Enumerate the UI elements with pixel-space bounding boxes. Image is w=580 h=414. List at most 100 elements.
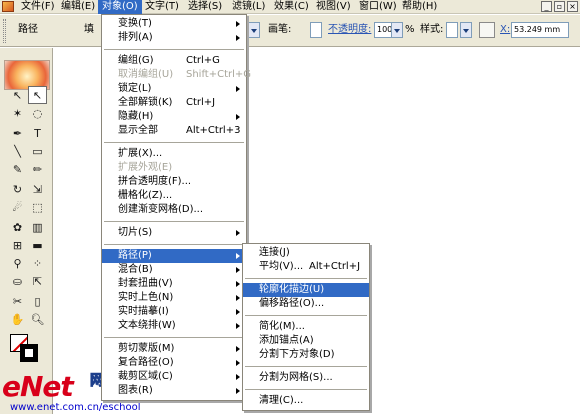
object-menu-item[interactable]: 图表(R)	[102, 384, 246, 398]
free-transform-tool-icon[interactable]: ⬚	[28, 198, 47, 216]
path-menu-item[interactable]: 平均(V)... Alt+Ctrl+J	[243, 260, 369, 274]
object-menu-item[interactable]: 创建渐变网格(D)...	[102, 203, 246, 217]
object-menu-item-label: 扩展(X)...	[118, 148, 163, 159]
menu-window[interactable]: 窗口(W)	[355, 0, 401, 14]
menu-separator	[245, 278, 367, 279]
restore-icon[interactable]: ▫	[554, 1, 565, 12]
object-menu-item[interactable]: 剪切蒙版(M)	[102, 342, 246, 356]
lasso-tool-icon[interactable]: ◌	[28, 104, 47, 122]
object-menu-item-label: 变换(T)	[118, 18, 152, 29]
brush-dropdown[interactable]	[310, 22, 322, 38]
close-icon[interactable]: ×	[567, 1, 578, 12]
path-menu-item[interactable]: 简化(M)...	[243, 320, 369, 334]
opacity-input[interactable]: 100	[374, 22, 392, 38]
menu-type[interactable]: 文字(T)	[141, 0, 183, 14]
menu-edit[interactable]: 编辑(E)	[57, 0, 99, 14]
style-swatch[interactable]	[446, 22, 458, 38]
rotate-tool-icon[interactable]: ↻	[8, 180, 27, 198]
hand-tool-icon[interactable]: ✋	[8, 310, 27, 328]
submenu-arrow-icon	[236, 295, 240, 301]
gradient-tool-icon[interactable]: ▬	[28, 236, 47, 254]
path-menu-item[interactable]: 连接(J)	[243, 246, 369, 260]
object-menu-item[interactable]: 复合路径(O)	[102, 356, 246, 370]
toolbar-grip[interactable]	[3, 19, 6, 43]
path-menu-item-label: 连接(J)	[259, 247, 290, 258]
object-menu-item[interactable]: 显示全部 Alt+Ctrl+3	[102, 124, 246, 138]
object-menu-item[interactable]: 实时上色(N)	[102, 291, 246, 305]
object-menu-item[interactable]: 实时描摹(I)	[102, 305, 246, 319]
object-menu-item-label: 复合路径(O)	[118, 357, 174, 368]
object-menu-item[interactable]: 混合(B)	[102, 263, 246, 277]
object-menu-item[interactable]: 切片(S)	[102, 226, 246, 240]
selection-tool-icon[interactable]: ↖	[8, 86, 27, 104]
object-menu-item[interactable]: 裁剪区域(C)	[102, 370, 246, 384]
rectangle-tool-icon[interactable]: ▭	[28, 142, 47, 160]
graph-tool-icon[interactable]: ▥	[28, 218, 47, 236]
x-label[interactable]: X:	[500, 23, 510, 37]
eraser-tool-icon[interactable]: ▯	[28, 292, 47, 310]
menu-select[interactable]: 选择(S)	[184, 0, 226, 14]
path-menu-item-label: 添加锚点(A)	[259, 335, 314, 346]
submenu-arrow-icon	[236, 309, 240, 315]
object-menu-item[interactable]: 变换(T)	[102, 17, 246, 31]
menu-view[interactable]: 视图(V)	[312, 0, 355, 14]
object-menu-item[interactable]: 栅格化(Z)...	[102, 189, 246, 203]
opacity-label[interactable]: 不透明度:	[328, 23, 371, 37]
path-menu-item[interactable]: 分割为网格(S)...	[243, 371, 369, 385]
scale-tool-icon[interactable]: ⇲	[28, 180, 47, 198]
object-menu-item[interactable]: 拼合透明度(F)...	[102, 175, 246, 189]
path-menu-item[interactable]: 添加锚点(A)	[243, 334, 369, 348]
style-dropdown[interactable]	[460, 22, 472, 38]
blend-tool-icon[interactable]: ⁘	[28, 254, 47, 272]
menu-effect[interactable]: 效果(C)	[270, 0, 313, 14]
style-label: 样式:	[420, 24, 444, 35]
x-position-input[interactable]: 53.249 mm	[511, 22, 569, 38]
magic-wand-tool-icon[interactable]: ✶	[8, 104, 27, 122]
object-menu-item[interactable]: 锁定(L)	[102, 82, 246, 96]
stroke-color-dropdown[interactable]	[248, 22, 260, 38]
app-icon[interactable]	[2, 1, 14, 12]
warp-tool-icon[interactable]: ☄	[8, 198, 27, 216]
menu-object[interactable]: 对象(O)	[98, 0, 142, 14]
path-menu-item[interactable]: 轮廓化描边(U)	[243, 283, 369, 297]
pencil-tool-icon[interactable]: ✏	[28, 160, 47, 178]
object-menu-item[interactable]: 编组(G) Ctrl+G	[102, 54, 246, 68]
paintbrush-tool-icon[interactable]: ✎	[8, 160, 27, 178]
slice-tool-icon[interactable]: ✂	[8, 292, 27, 310]
submenu-arrow-icon	[236, 374, 240, 380]
symbol-sprayer-tool-icon[interactable]: ✿	[8, 218, 27, 236]
menu-filter[interactable]: 滤镜(L)	[228, 0, 269, 14]
eyedropper-tool-icon[interactable]: ⚲	[8, 254, 27, 272]
zoom-tool-icon[interactable]: 🔍︎	[28, 310, 47, 328]
object-menu-item[interactable]: 封套扭曲(V)	[102, 277, 246, 291]
path-menu-item-label: 轮廓化描边(U)	[259, 284, 325, 295]
direct-selection-tool-icon[interactable]: ↖	[28, 86, 47, 104]
path-menu-item[interactable]: 偏移路径(O)...	[243, 297, 369, 311]
pen-tool-icon[interactable]: ✒	[8, 124, 27, 142]
object-menu-item-label: 图表(R)	[118, 385, 153, 396]
menu-help[interactable]: 帮助(H)	[398, 0, 441, 14]
opacity-dropdown[interactable]	[391, 22, 403, 38]
object-menu-item[interactable]: 文本绕排(W)	[102, 319, 246, 333]
object-menu-item[interactable]: 路径(P)	[102, 249, 246, 263]
object-menu-item[interactable]: 排列(A)	[102, 31, 246, 45]
type-tool-icon[interactable]: T	[28, 124, 47, 142]
mesh-tool-icon[interactable]: ⊞	[8, 236, 27, 254]
object-menu-item-label: 锁定(L)	[118, 83, 152, 94]
menu-separator	[104, 142, 244, 143]
object-menu-item-label: 文本绕排(W)	[118, 320, 176, 331]
menu-separator	[245, 389, 367, 390]
line-tool-icon[interactable]: ╲	[8, 142, 27, 160]
live-paint-tool-icon[interactable]: ⛀	[8, 272, 27, 290]
menu-file[interactable]: 文件(F)	[17, 0, 59, 14]
path-menu-item[interactable]: 分割下方对象(D)	[243, 348, 369, 362]
align-icon[interactable]	[479, 22, 495, 38]
opacity-unit: %	[405, 24, 415, 35]
object-menu-item[interactable]: 扩展(X)...	[102, 147, 246, 161]
object-menu-item[interactable]: 隐藏(H)	[102, 110, 246, 124]
minimize-icon[interactable]: _	[541, 1, 552, 12]
stroke-color-icon[interactable]	[20, 344, 38, 362]
live-paint-selection-tool-icon[interactable]: ⇱	[28, 272, 47, 290]
path-menu-item[interactable]: 清理(C)...	[243, 394, 369, 408]
object-menu-item[interactable]: 全部解锁(K) Ctrl+J	[102, 96, 246, 110]
